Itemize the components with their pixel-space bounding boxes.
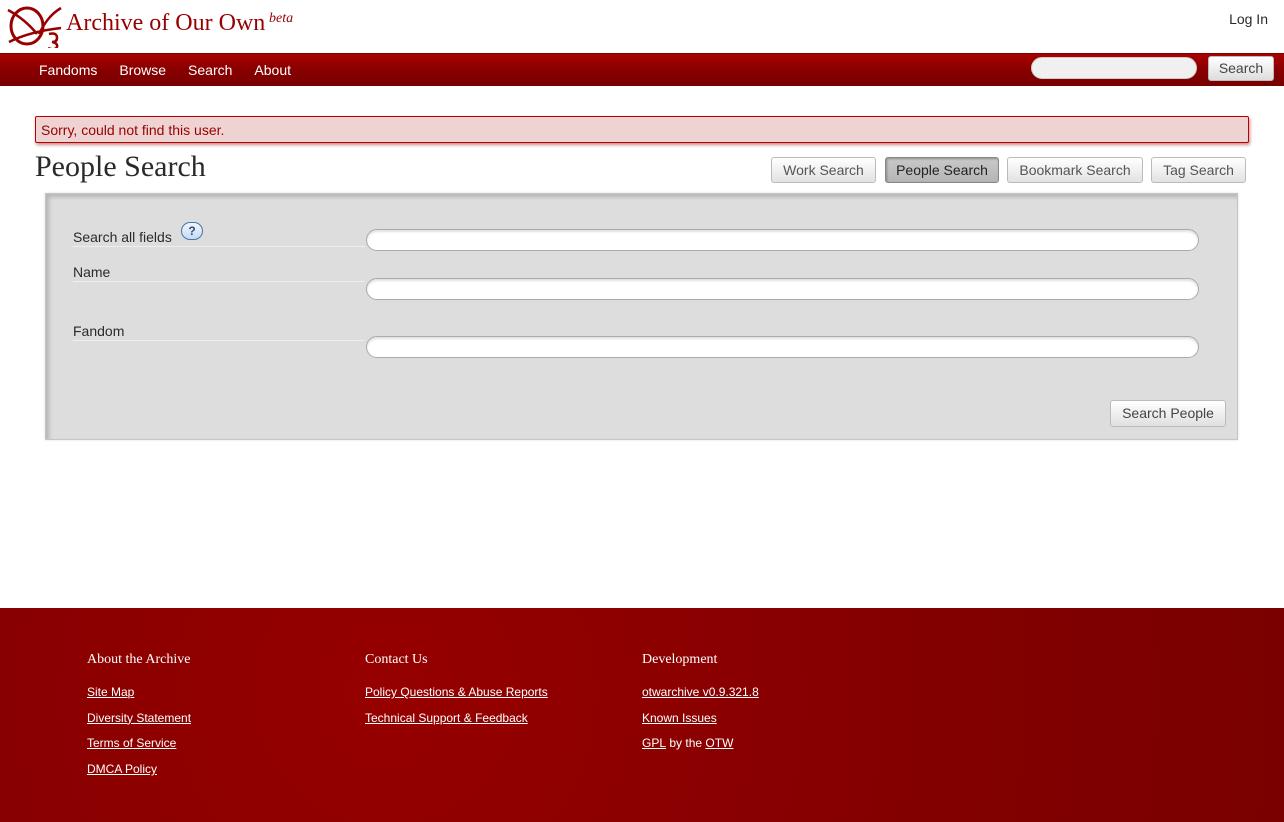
- nav-item-fandoms[interactable]: Fandoms: [28, 62, 108, 78]
- footer-about-heading: About the Archive: [87, 652, 191, 667]
- search-all-fields-label: Search all fields: [73, 229, 365, 247]
- search-people-button[interactable]: Search People: [1110, 400, 1226, 427]
- footer-by-the-text: by the: [669, 736, 703, 751]
- footer-about-column: About the Archive Site Map Diversity Sta…: [87, 652, 191, 788]
- footer-link-dmca-policy[interactable]: DMCA Policy: [87, 762, 157, 776]
- footer-link-diversity-statement[interactable]: Diversity Statement: [87, 711, 191, 725]
- tab-people-search[interactable]: People Search: [885, 157, 999, 183]
- people-search-form: Search all fields ? Name Fandom Search P…: [45, 193, 1238, 440]
- nav-item-search[interactable]: Search: [177, 62, 243, 78]
- site-footer: About the Archive Site Map Diversity Sta…: [0, 608, 1284, 822]
- footer-link-known-issues[interactable]: Known Issues: [642, 711, 717, 725]
- footer-link-version[interactable]: otwarchive v0.9.321.8: [642, 685, 759, 699]
- help-icon[interactable]: ?: [181, 222, 203, 240]
- footer-link-gpl[interactable]: GPL: [642, 736, 666, 750]
- nav-item-browse[interactable]: Browse: [108, 62, 177, 78]
- footer-link-otw[interactable]: OTW: [705, 736, 733, 750]
- footer-link-technical-support[interactable]: Technical Support & Feedback: [365, 711, 528, 725]
- footer-link-policy-questions[interactable]: Policy Questions & Abuse Reports: [365, 685, 548, 699]
- footer-development-heading: Development: [642, 652, 718, 667]
- beta-label: beta: [269, 11, 294, 26]
- ao3-logo-icon[interactable]: [5, 4, 67, 48]
- site-search-input[interactable]: [1031, 57, 1197, 79]
- footer-contact-heading: Contact Us: [365, 652, 428, 667]
- footer-contact-column: Contact Us Policy Questions & Abuse Repo…: [365, 652, 548, 736]
- fandom-label: Fandom: [73, 323, 365, 341]
- footer-development-column: Development otwarchive v0.9.321.8 Known …: [642, 652, 759, 762]
- site-search-button[interactable]: Search: [1208, 56, 1274, 81]
- site-header: Archive of Our Own beta Log In: [0, 0, 1284, 53]
- footer-link-site-map[interactable]: Site Map: [87, 685, 134, 699]
- flash-error: Sorry, could not find this user.: [35, 116, 1249, 143]
- site-title[interactable]: Archive of Our Own: [66, 10, 265, 37]
- primary-nav: Fandoms Browse Search About Search: [0, 53, 1284, 86]
- name-input[interactable]: [366, 278, 1199, 300]
- nav-menu: Fandoms Browse Search About: [28, 54, 302, 86]
- login-link[interactable]: Log In: [1229, 11, 1268, 27]
- tab-work-search[interactable]: Work Search: [771, 157, 876, 183]
- nav-item-about[interactable]: About: [243, 62, 302, 78]
- search-all-fields-input[interactable]: [366, 229, 1199, 251]
- name-label: Name: [73, 264, 365, 282]
- footer-link-terms-of-service[interactable]: Terms of Service: [87, 736, 176, 750]
- fandom-input[interactable]: [366, 336, 1199, 358]
- tab-tag-search[interactable]: Tag Search: [1151, 157, 1246, 183]
- tab-bookmark-search[interactable]: Bookmark Search: [1007, 157, 1143, 183]
- page-title: People Search: [35, 150, 206, 183]
